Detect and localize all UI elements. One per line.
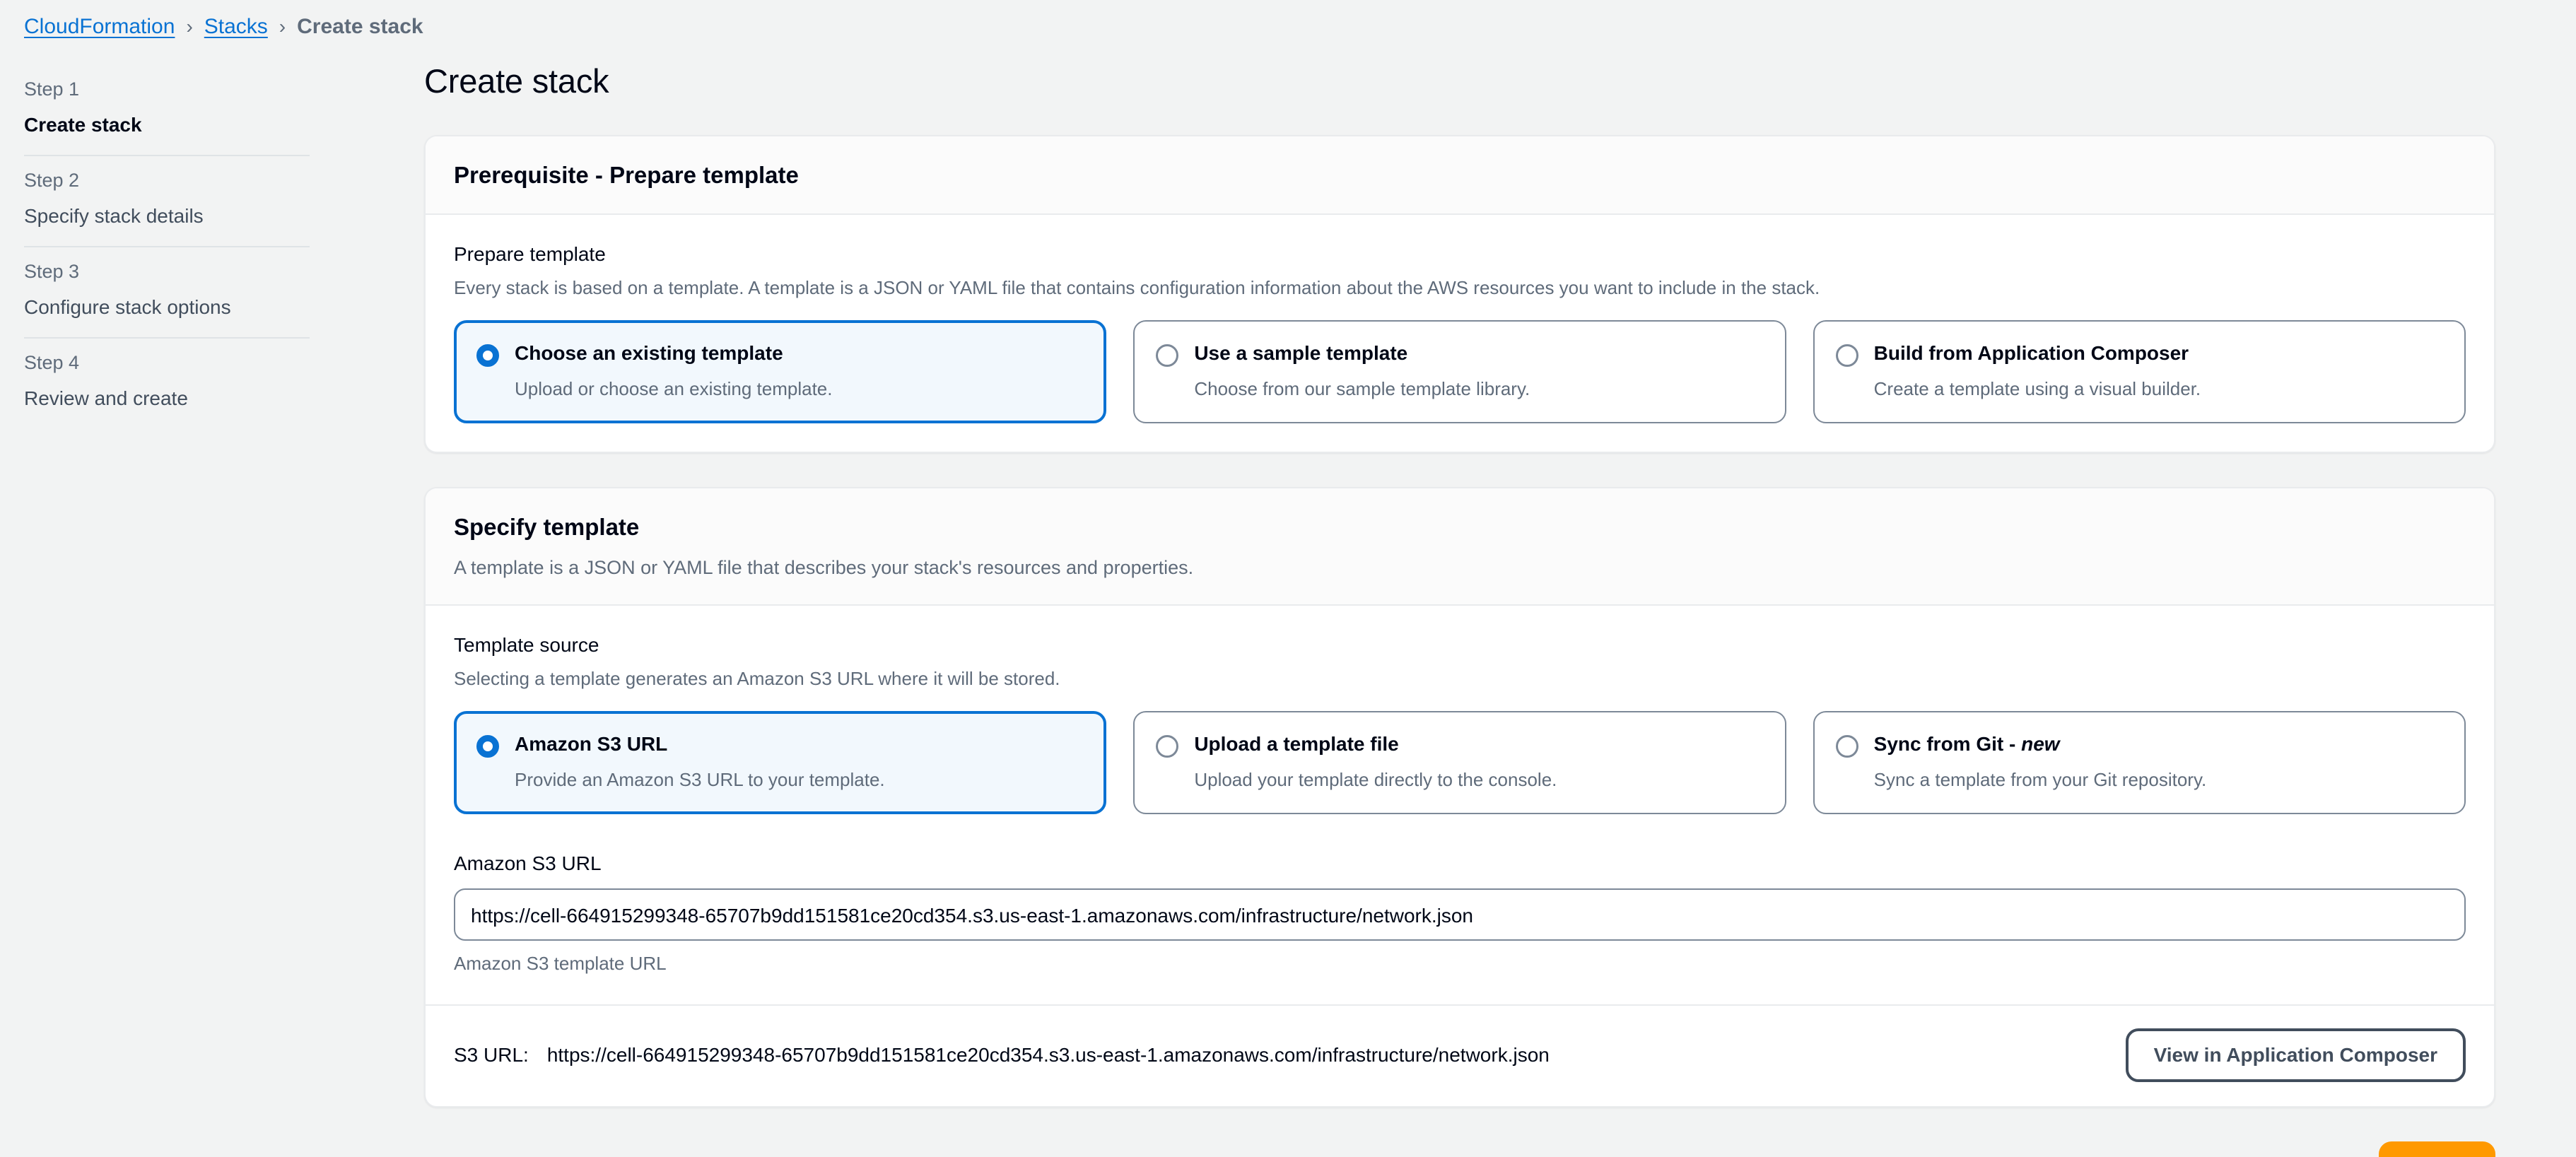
wizard-steps-sidebar: Step 1 Create stack Step 2 Specify stack… <box>24 65 310 428</box>
template-source-radio-group: Amazon S3 URL Provide an Amazon S3 URL t… <box>454 711 2466 814</box>
radio-tile-build-from-application-composer-desc: Create a template using a visual builder… <box>1874 376 2443 401</box>
sidebar-step-1-number: Step 1 <box>24 75 310 104</box>
radio-icon-unselected[interactable] <box>1836 344 1858 367</box>
sidebar-step-4-number: Step 4 <box>24 348 310 377</box>
radio-tile-sync-from-git[interactable]: Sync from Git - new Sync a template from… <box>1813 711 2466 814</box>
sidebar-step-2[interactable]: Step 2 Specify stack details <box>24 156 310 246</box>
sidebar-step-4[interactable]: Step 4 Review and create <box>24 339 310 428</box>
radio-tile-choose-existing-template-desc: Upload or choose an existing template. <box>515 376 1084 401</box>
radio-tile-sync-from-git-title: Sync from Git - new <box>1874 731 2443 758</box>
breadcrumb-item-cloudformation[interactable]: CloudFormation <box>24 14 175 40</box>
sidebar-step-3[interactable]: Step 3 Configure stack options <box>24 247 310 337</box>
sidebar-step-1-label: Create stack <box>24 111 310 140</box>
sidebar-step-4-label: Review and create <box>24 384 310 413</box>
radio-tile-sync-from-git-new-badge: new <box>2021 733 2059 755</box>
radio-tile-upload-template-file-title: Upload a template file <box>1194 731 1763 758</box>
prepare-template-radio-group: Choose an existing template Upload or ch… <box>454 320 2466 423</box>
radio-icon-unselected[interactable] <box>1156 735 1178 758</box>
next-button[interactable]: Next <box>2379 1141 2495 1157</box>
amazon-s3-url-input[interactable]: https://cell-664915299348-65707b9dd15158… <box>454 888 2466 941</box>
radio-tile-choose-existing-template-title: Choose an existing template <box>515 340 1084 367</box>
s3-url-summary: S3 URL: https://cell-664915299348-65707b… <box>454 1044 1550 1067</box>
s3-url-summary-value: https://cell-664915299348-65707b9dd15158… <box>547 1044 1550 1067</box>
prerequisite-panel-body: Prepare template Every stack is based on… <box>426 215 2494 452</box>
specify-template-panel: Specify template A template is a JSON or… <box>424 487 2495 1108</box>
specify-template-panel-title: Specify template <box>454 512 2466 543</box>
radio-tile-amazon-s3-url-title: Amazon S3 URL <box>515 731 1084 758</box>
specify-template-panel-body: Template source Selecting a template gen… <box>426 606 2494 1005</box>
wizard-actions: Cancel Next <box>424 1141 2495 1157</box>
specify-template-panel-subtitle: A template is a JSON or YAML file that d… <box>454 554 2466 582</box>
breadcrumb-separator-icon: › <box>278 15 287 39</box>
sidebar-step-3-label: Configure stack options <box>24 293 310 322</box>
prerequisite-panel: Prerequisite - Prepare template Prepare … <box>424 135 2495 453</box>
main-content: Create stack Prerequisite - Prepare temp… <box>424 61 2495 1157</box>
radio-tile-amazon-s3-url-desc: Provide an Amazon S3 URL to your templat… <box>515 767 1084 792</box>
radio-tile-upload-template-file[interactable]: Upload a template file Upload your templ… <box>1133 711 1786 814</box>
create-stack-page: CloudFormation › Stacks › Create stack S… <box>0 0 2576 1157</box>
radio-tile-sync-from-git-desc: Sync a template from your Git repository… <box>1874 767 2443 792</box>
breadcrumb: CloudFormation › Stacks › Create stack <box>24 14 423 40</box>
s3-url-summary-label: S3 URL: <box>454 1044 529 1067</box>
radio-tile-build-from-application-composer-title: Build from Application Composer <box>1874 340 2443 367</box>
breadcrumb-item-stacks[interactable]: Stacks <box>204 14 268 40</box>
view-in-application-composer-button[interactable]: View in Application Composer <box>2126 1028 2466 1082</box>
radio-tile-use-sample-template[interactable]: Use a sample template Choose from our sa… <box>1133 320 1786 423</box>
radio-tile-use-sample-template-title: Use a sample template <box>1194 340 1763 367</box>
prerequisite-panel-header: Prerequisite - Prepare template <box>426 136 2494 215</box>
radio-tile-build-from-application-composer[interactable]: Build from Application Composer Create a… <box>1813 320 2466 423</box>
radio-icon-selected[interactable] <box>476 344 499 367</box>
sidebar-step-2-number: Step 2 <box>24 166 310 195</box>
radio-icon-unselected[interactable] <box>1836 735 1858 758</box>
radio-icon-selected[interactable] <box>476 735 499 758</box>
prepare-template-description: Every stack is based on a template. A te… <box>454 275 2466 302</box>
specify-template-panel-footer: S3 URL: https://cell-664915299348-65707b… <box>426 1004 2494 1106</box>
radio-tile-upload-template-file-desc: Upload your template directly to the con… <box>1194 767 1763 792</box>
prepare-template-label: Prepare template <box>454 240 2466 268</box>
specify-template-panel-header: Specify template A template is a JSON or… <box>426 488 2494 606</box>
breadcrumb-item-create-stack: Create stack <box>297 14 423 40</box>
radio-tile-choose-existing-template[interactable]: Choose an existing template Upload or ch… <box>454 320 1106 423</box>
prerequisite-panel-title: Prerequisite - Prepare template <box>454 160 2466 191</box>
radio-tile-amazon-s3-url[interactable]: Amazon S3 URL Provide an Amazon S3 URL t… <box>454 711 1106 814</box>
sidebar-step-3-number: Step 3 <box>24 257 310 286</box>
radio-icon-unselected[interactable] <box>1156 344 1178 367</box>
page-title: Create stack <box>424 61 2495 102</box>
amazon-s3-url-input-label: Amazon S3 URL <box>454 850 2466 877</box>
radio-tile-sync-from-git-title-main: Sync from Git - <box>1874 733 2021 755</box>
radio-tile-use-sample-template-desc: Choose from our sample template library. <box>1194 376 1763 401</box>
sidebar-step-2-label: Specify stack details <box>24 202 310 231</box>
breadcrumb-separator-icon: › <box>185 15 194 39</box>
sidebar-step-1[interactable]: Step 1 Create stack <box>24 65 310 155</box>
template-source-label: Template source <box>454 631 2466 659</box>
amazon-s3-url-input-hint: Amazon S3 template URL <box>454 951 2466 976</box>
template-source-description: Selecting a template generates an Amazon… <box>454 666 2466 693</box>
cancel-button[interactable]: Cancel <box>2261 1144 2366 1157</box>
